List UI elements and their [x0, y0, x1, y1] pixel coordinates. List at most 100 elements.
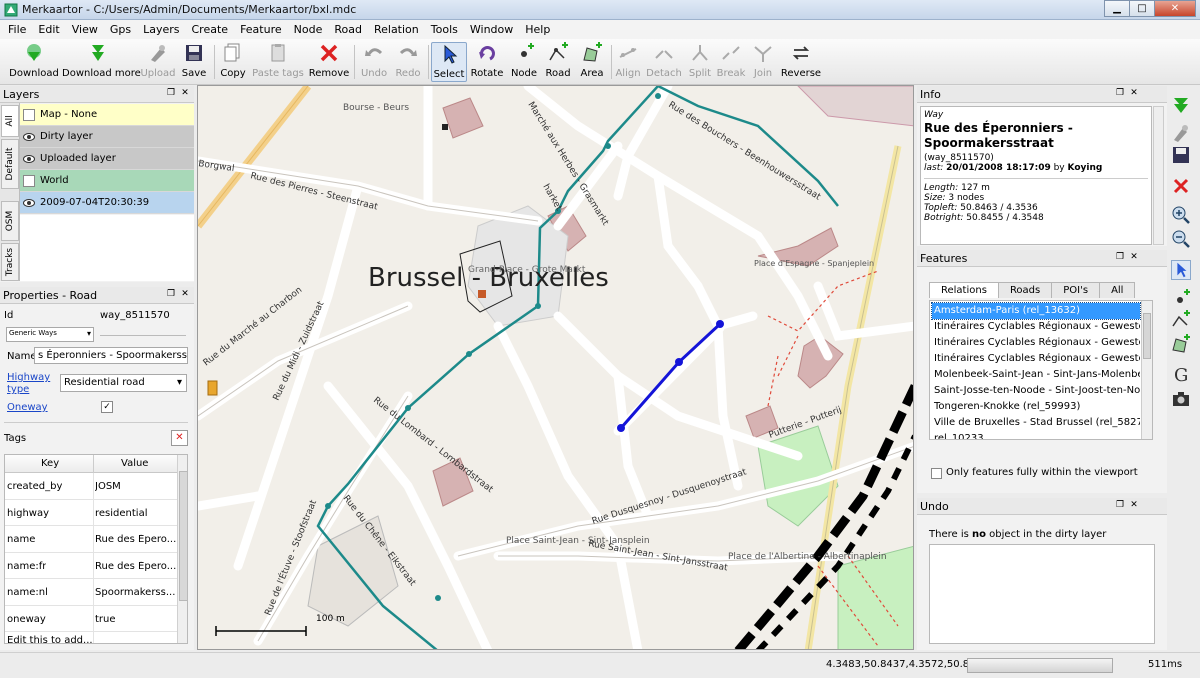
tag-row[interactable]: name:fr Rue des Épero... — [5, 553, 177, 579]
upload-icon[interactable] — [1171, 123, 1191, 143]
road-button[interactable]: Road — [542, 42, 574, 82]
oneway-link[interactable]: Oneway — [7, 402, 48, 413]
zoom-out-icon[interactable] — [1171, 229, 1191, 249]
tag-row[interactable]: highway residential — [5, 500, 177, 526]
tags-scrollbar[interactable] — [177, 455, 187, 643]
map-view[interactable]: Brussel - Bruxelles Bourse - Beurs Borgw… — [197, 85, 914, 650]
menu-road[interactable]: Road — [328, 20, 368, 39]
menu-feature[interactable]: Feature — [234, 20, 288, 39]
value-column-header[interactable]: Value — [121, 458, 148, 469]
oneway-checkbox[interactable]: ✓ — [101, 401, 113, 413]
list-item[interactable]: Saint-Josse-ten-Noode - Sint-Joost-ten-N… — [932, 383, 1140, 399]
save-button[interactable]: Save — [178, 42, 210, 82]
node-button[interactable]: Node — [508, 42, 540, 82]
tag-row[interactable]: name:nl Spoormakerss... — [5, 579, 177, 606]
camera-icon[interactable] — [1171, 389, 1191, 409]
tag-row-new[interactable]: Edit this to add... — [5, 632, 177, 643]
list-item[interactable]: Itinéraires Cyclables Régionaux - Gewest… — [932, 319, 1140, 335]
tab-relations[interactable]: Relations — [929, 282, 999, 298]
layer-row-dirty[interactable]: Dirty layer — [20, 126, 194, 148]
select-button[interactable]: Select — [431, 42, 467, 82]
tab-default[interactable]: Default — [1, 139, 19, 189]
detach-button[interactable]: Detach — [646, 42, 682, 82]
join-button[interactable]: Join — [748, 42, 778, 82]
remove-button[interactable]: Remove — [308, 42, 350, 82]
redo-button[interactable]: Redo — [392, 42, 424, 82]
menu-layers[interactable]: Layers — [137, 20, 185, 39]
float-icon[interactable]: ❐ — [1115, 252, 1125, 263]
close-window-button[interactable]: ✕ — [1154, 0, 1196, 17]
list-item[interactable]: Amsterdam-Paris (rel_13632) — [931, 302, 1141, 320]
float-icon[interactable]: ❐ — [166, 88, 176, 99]
tab-osm[interactable]: OSM — [1, 201, 19, 241]
maximize-button[interactable]: □ — [1129, 0, 1155, 17]
reverse-button[interactable]: Reverse — [780, 42, 822, 82]
preset-dropdown[interactable]: Generic Ways ▾ — [6, 327, 94, 342]
close-icon[interactable]: ✕ — [1129, 500, 1139, 511]
close-icon[interactable]: ✕ — [1129, 88, 1139, 99]
list-item[interactable]: Itinéraires Cyclables Régionaux - Gewest… — [932, 335, 1140, 351]
tab-roads[interactable]: Roads — [997, 282, 1053, 298]
copy-button[interactable]: Copy — [218, 42, 248, 82]
split-button[interactable]: Split — [686, 42, 714, 82]
google-icon[interactable]: G — [1171, 364, 1191, 384]
menu-edit[interactable]: Edit — [32, 20, 65, 39]
list-item[interactable]: Ville de Bruxelles - Stad Brussel (rel_5… — [932, 415, 1140, 431]
layer-row-uploaded[interactable]: Uploaded layer — [20, 148, 194, 170]
menu-help[interactable]: Help — [519, 20, 556, 39]
menu-relation[interactable]: Relation — [368, 20, 425, 39]
list-item[interactable]: Itinéraires Cyclables Régionaux - Gewest… — [932, 351, 1140, 367]
eye-icon[interactable] — [23, 197, 35, 209]
break-button[interactable]: Break — [716, 42, 746, 82]
name-field[interactable]: s Éperonniers - Spoormakersstraat — [34, 347, 188, 364]
list-item[interactable]: Tongeren-Knokke (rel_59993) — [932, 399, 1140, 415]
float-icon[interactable]: ❐ — [166, 289, 176, 300]
close-icon[interactable]: ✕ — [1129, 252, 1139, 263]
menu-view[interactable]: View — [66, 20, 104, 39]
paste-tags-button[interactable]: Paste tags — [252, 42, 304, 82]
upload-button[interactable]: Upload — [138, 42, 178, 82]
highway-type-link[interactable]: Highway type — [7, 372, 57, 396]
area-button[interactable]: Area — [576, 42, 608, 82]
eye-icon[interactable] — [23, 153, 35, 165]
minimize-button[interactable]: ▁ — [1104, 0, 1130, 17]
zoom-in-icon[interactable] — [1171, 205, 1191, 225]
road-icon[interactable] — [1171, 310, 1191, 330]
tag-row[interactable]: oneway true — [5, 606, 177, 632]
area-icon[interactable] — [1171, 334, 1191, 354]
menu-file[interactable]: File — [2, 20, 32, 39]
tag-row[interactable]: name Rue des Épero... — [5, 526, 177, 553]
tab-all[interactable]: All — [1, 105, 19, 137]
tab-all[interactable]: All — [1099, 282, 1136, 298]
highway-type-dropdown[interactable]: Residential road ▾ — [60, 374, 187, 392]
tab-tracks[interactable]: Tracks — [1, 243, 19, 281]
visibility-checkbox[interactable] — [23, 109, 35, 121]
layer-row-world[interactable]: World — [20, 170, 194, 192]
close-icon[interactable]: ✕ — [180, 88, 190, 99]
download-more-button[interactable]: Download more — [62, 42, 141, 82]
align-button[interactable]: Align — [614, 42, 642, 82]
menu-window[interactable]: Window — [464, 20, 519, 39]
remove-icon[interactable] — [1171, 176, 1191, 196]
visibility-checkbox[interactable] — [23, 175, 35, 187]
list-item[interactable]: Molenbeek-Saint-Jean - Sint-Jans-Molenbe… — [932, 367, 1140, 383]
list-item[interactable]: rel_10233 — [932, 431, 1140, 439]
map-canvas[interactable]: Brussel - Bruxelles Bourse - Beurs Borgw… — [198, 86, 914, 650]
info-scrollbar[interactable] — [1153, 106, 1164, 245]
undo-button[interactable]: Undo — [358, 42, 390, 82]
menu-gps[interactable]: Gps — [104, 20, 137, 39]
float-icon[interactable]: ❐ — [1115, 88, 1125, 99]
key-column-header[interactable]: Key — [41, 458, 59, 469]
layer-row-map[interactable]: Map - None — [20, 104, 194, 126]
rotate-button[interactable]: Rotate — [470, 42, 504, 82]
select-arrow-icon[interactable] — [1171, 260, 1191, 280]
menu-node[interactable]: Node — [288, 20, 329, 39]
menu-tools[interactable]: Tools — [425, 20, 464, 39]
download-button[interactable]: Download — [8, 42, 60, 82]
node-icon[interactable] — [1171, 288, 1191, 308]
eye-icon[interactable] — [23, 131, 35, 143]
remove-tag-button[interactable]: ✕ — [171, 430, 188, 446]
viewport-only-checkbox[interactable] — [931, 468, 942, 479]
download-icon[interactable] — [1171, 95, 1191, 115]
features-scrollbar[interactable] — [1141, 301, 1152, 439]
